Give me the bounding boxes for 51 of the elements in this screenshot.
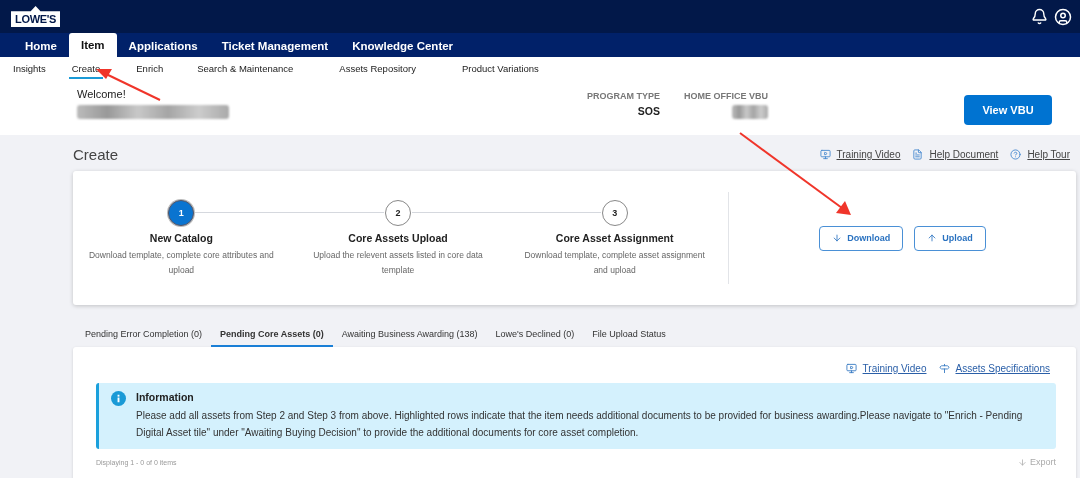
sub-nav-item[interactable]: Assets Repository [336,60,419,79]
help-link[interactable]: Assets Specifications [955,362,1050,374]
step-title: Core Asset Assignment [555,232,674,244]
logo[interactable]: LOWE'S [11,6,61,27]
nav-tab[interactable]: Applications [116,35,210,57]
nav-tab[interactable]: Item [68,33,117,57]
nav-tab[interactable]: Home [13,35,69,57]
redacted-block [732,105,768,119]
info-text: Please add all assets from Step 2 and Step 3 from above. Highlighted rows indicate that the item needs additional documents to be provided for business awarding.Please navigate to "Enrich - Pending Digital Asset tile" under "Awaiting Buying Decision" to provide the additional documents for core asset completion. [136,409,1024,440]
view-vbu-button[interactable]: View VBU [964,95,1052,125]
nav-tab[interactable]: Knowledge Center [340,35,466,57]
help-link[interactable]: Help Document [929,148,999,160]
download-button[interactable]: Download [819,225,904,251]
welcome-text: Welcome! [77,88,127,100]
info-value: SOS [637,105,660,117]
step-circle[interactable]: 3 [601,200,628,226]
info-label: PROGRAM TYPE [586,91,660,101]
tab[interactable]: Lowe's Declined (0) [486,323,584,347]
download-icon [832,233,843,243]
signpost-icon [938,362,950,374]
step-circle[interactable]: 2 [385,200,411,226]
tab[interactable]: Awaiting Business Awarding (138) [332,323,487,347]
tab[interactable]: File Upload Status [583,323,675,347]
sub-nav-item[interactable]: Insights [10,60,49,79]
step-title: New Catalog [149,232,213,244]
step-circle[interactable]: 1 [168,200,195,226]
help-link[interactable]: Help Tour [1027,148,1070,160]
sub-nav-item[interactable]: Product Variations [458,60,542,79]
document-icon [912,148,924,160]
page-title: Create [73,145,119,163]
help-link[interactable]: Training Video [862,362,927,374]
help-icon [1010,148,1022,160]
step-description: Download template, complete core attributes and upload [87,249,275,277]
info-label: HOME OFFICE VBU [684,91,768,101]
nav-tab[interactable]: Ticket Management [209,35,341,57]
upload-button[interactable]: Upload [914,225,986,251]
sub-nav-item[interactable]: Enrich [133,60,167,79]
video-icon [819,148,831,160]
user-avatar-icon[interactable] [1054,7,1072,26]
step-title: Core Assets Upload [348,232,448,244]
download-icon [1018,457,1027,467]
video-icon [845,362,857,374]
notification-bell-icon[interactable] [1031,7,1048,25]
step-description: Upload the relevent assets listed in core data template [312,249,484,277]
upload-icon [927,233,938,243]
info-icon [111,391,126,406]
step-description: Download template, complete asset assignment and upload [523,249,706,277]
tab[interactable]: Pending Error Completion (0) [76,323,212,347]
info-title: Information [136,391,195,403]
sub-nav-item[interactable]: Search & Maintenance [194,60,297,79]
help-link[interactable]: Training Video [836,148,901,160]
